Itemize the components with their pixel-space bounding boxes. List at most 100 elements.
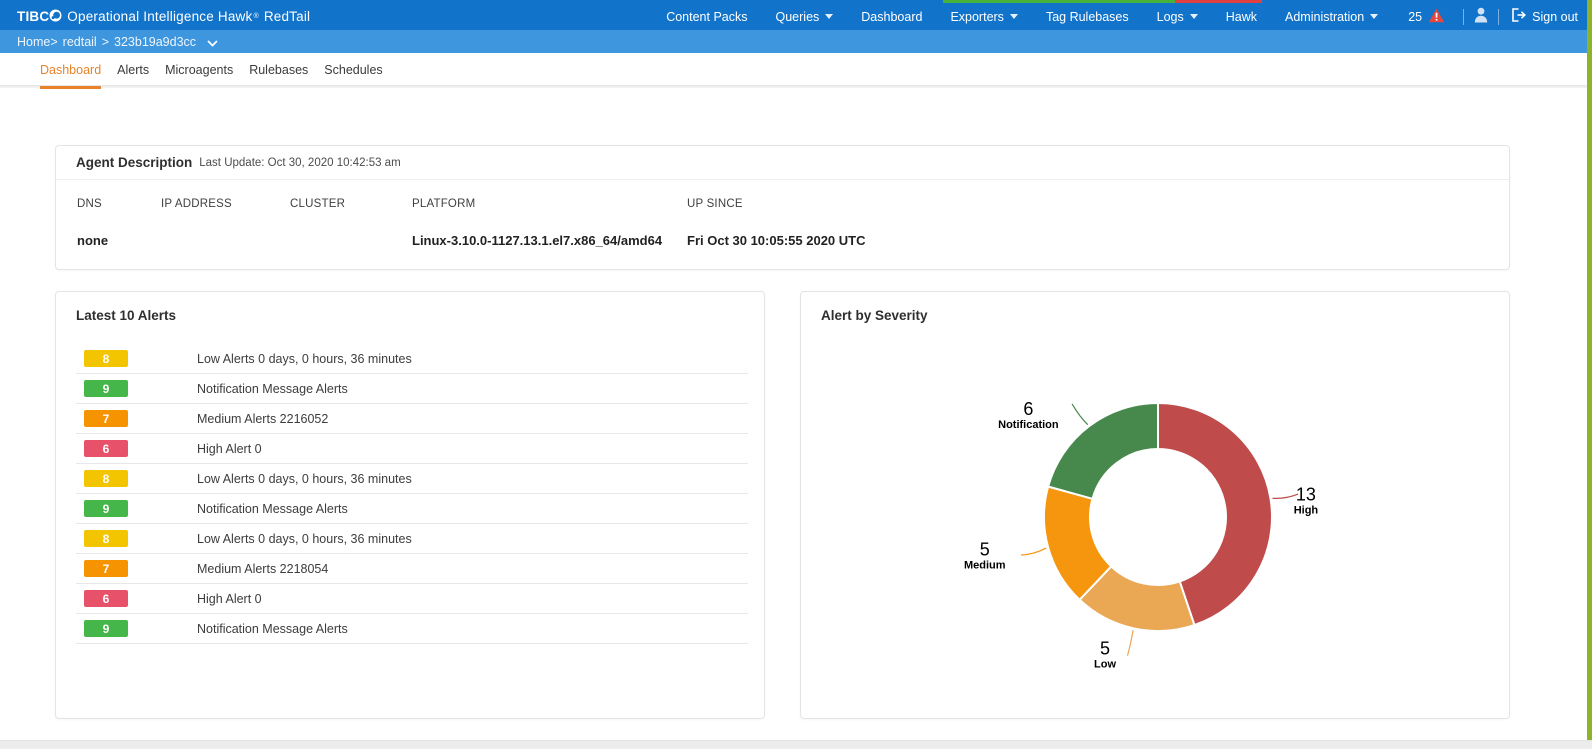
status-strip-segment-base-left (0, 0, 943, 3)
column-header-dns: DNS (77, 198, 102, 210)
tab-rulebases[interactable]: Rulebases (249, 53, 308, 89)
nav-item-logs[interactable]: Logs (1143, 10, 1212, 24)
agent-description-table: DNS IP ADDRESS CLUSTER PLATFORM UP SINCE… (56, 180, 1509, 269)
alert-list-item[interactable]: 7 Medium Alerts 2216052 (76, 404, 748, 434)
donut-callout-line (1272, 494, 1298, 498)
alert-count-indicator[interactable]: 25 (1392, 8, 1455, 26)
sign-out-icon (1511, 8, 1526, 25)
latest-alerts-panel: Latest 10 Alerts 8 Low Alerts 0 days, 0 h… (55, 291, 765, 719)
alert-count-badge: 8 (84, 350, 128, 367)
last-update-timestamp: Last Update: Oct 30, 2020 10:42:53 am (199, 157, 400, 169)
agent-description-header: Agent Description Last Update: Oct 30, 2… (56, 146, 1509, 180)
agent-tabs: Dashboard Alerts Microagents Rulebases S… (40, 53, 383, 89)
status-strip-segment-base-right (1262, 0, 1592, 3)
tab-schedules[interactable]: Schedules (324, 53, 382, 89)
alert-text: High Alert 0 (197, 592, 262, 606)
alert-list-item[interactable]: 9 Notification Message Alerts (76, 614, 748, 644)
alert-list-item[interactable]: 8 Low Alerts 0 days, 0 hours, 36 minutes (76, 464, 748, 494)
breadcrumb: Home> redtail > 323b19a9d3cc (0, 30, 1592, 53)
alert-list-item[interactable]: 8 Low Alerts 0 days, 0 hours, 36 minutes (76, 524, 748, 554)
alert-count-badge: 6 (84, 590, 128, 607)
alert-text: High Alert 0 (197, 442, 262, 456)
dns-value: none (77, 233, 108, 248)
alert-list-item[interactable]: 6 High Alert 0 (76, 434, 748, 464)
column-header-up-since: UP SINCE (687, 198, 743, 210)
chevron-down-icon (825, 14, 833, 19)
donut-label-value: 13 (1296, 484, 1316, 504)
alert-text: Low Alerts 0 days, 0 hours, 36 minutes (197, 532, 412, 546)
tab-dashboard[interactable]: Dashboard (40, 53, 101, 89)
donut-label-name: Notification (998, 419, 1059, 431)
sign-out-button[interactable]: Sign out (1507, 8, 1578, 25)
alert-count-badge: 6 (84, 440, 128, 457)
donut-label-name: Medium (964, 559, 1006, 571)
tab-alerts[interactable]: Alerts (117, 53, 149, 89)
footer-bar (0, 740, 1592, 749)
brand-company: TIBC (17, 9, 49, 24)
nav-item-tag-rulebases[interactable]: Tag Rulebases (1032, 10, 1143, 24)
alerts-list: 8Low Alerts 0 days, 0 hours, 36 minutes … (76, 344, 748, 644)
nav-item-hawk[interactable]: Hawk (1212, 10, 1271, 24)
breadcrumb-parent[interactable]: redtail (63, 35, 97, 49)
brand-reg-mark: ® (253, 13, 258, 20)
up-since-value: Fri Oct 30 10:05:55 2020 UTC (687, 233, 865, 248)
nav-item-administration[interactable]: Administration (1271, 10, 1392, 24)
chevron-down-icon (1190, 14, 1198, 19)
alert-list-item[interactable]: 8 Low Alerts 0 days, 0 hours, 36 minutes (76, 344, 748, 374)
alert-text: Low Alerts 0 days, 0 hours, 36 minutes (197, 352, 412, 366)
alert-list-item[interactable]: 9Notification Message Alerts (76, 374, 748, 404)
donut-label-value: 6 (1023, 399, 1033, 419)
alert-text: Notification Message Alerts (197, 622, 348, 636)
alert-severity-panel: Alert by Severity 13High5Low5Medium6Noti… (800, 291, 1510, 719)
donut-label-value: 5 (1100, 638, 1110, 658)
navbar-menu: Content Packs Queries Dashboard Exporter… (652, 7, 1578, 26)
chevron-down-icon (1010, 14, 1018, 19)
top-navbar: TIBC Operational Intelligence Hawk® RedT… (0, 3, 1592, 30)
user-icon (1474, 7, 1488, 26)
panel-title: Latest 10 Alerts (76, 308, 176, 323)
breadcrumb-current[interactable]: 323b19a9d3cc (114, 35, 196, 49)
column-header-platform: PLATFORM (412, 198, 475, 210)
top-status-strip (0, 0, 1592, 3)
column-header-ip-address: IP ADDRESS (161, 198, 232, 210)
alert-count-badge: 9 (84, 500, 128, 517)
status-strip-segment-progress-red (1175, 0, 1262, 3)
brand-line: Operational Intelligence Hawk (67, 9, 252, 24)
page-edge-green-strip (1587, 0, 1592, 740)
breadcrumb-home[interactable]: Home> (17, 35, 58, 49)
alert-list-item[interactable]: 6 High Alert 0 (76, 584, 748, 614)
donut-callout-line (1021, 548, 1046, 555)
nav-item-content-packs[interactable]: Content Packs (652, 10, 761, 24)
donut-slice-notification[interactable] (1048, 403, 1158, 499)
alert-text: Low Alerts 0 days, 0 hours, 36 minutes (197, 472, 412, 486)
alert-text: Medium Alerts 2216052 (197, 412, 328, 426)
alert-count-badge: 9 (84, 620, 128, 637)
navbar-divider (1463, 9, 1464, 25)
alert-count-badge: 8 (84, 470, 128, 487)
alert-count-badge: 8 (84, 530, 128, 547)
donut-label-value: 5 (980, 539, 990, 559)
alert-text: Notification Message Alerts (197, 382, 348, 396)
alert-count-badge: 7 (84, 410, 128, 427)
tab-microagents[interactable]: Microagents (165, 53, 233, 89)
nav-item-queries[interactable]: Queries (762, 10, 848, 24)
nav-item-exporters[interactable]: Exporters (936, 10, 1032, 24)
warning-triangle-icon (1428, 8, 1445, 26)
donut-label-name: Low (1094, 658, 1116, 670)
alert-count-badge: 7 (84, 560, 128, 577)
status-strip-segment-progress-green (943, 0, 1175, 3)
donut-callout-line (1127, 630, 1133, 655)
alert-list-item[interactable]: 9 Notification Message Alerts (76, 494, 748, 524)
alert-text: Medium Alerts 2218054 (197, 562, 328, 576)
navbar-divider (1498, 9, 1499, 25)
tibco-logo-o-icon (49, 9, 62, 25)
alert-count-value: 25 (1408, 10, 1422, 24)
user-profile-button[interactable] (1472, 7, 1490, 26)
chevron-down-icon (1370, 14, 1378, 19)
alert-text: Notification Message Alerts (197, 502, 348, 516)
nav-item-dashboard[interactable]: Dashboard (847, 10, 936, 24)
alert-list-item[interactable]: 7 Medium Alerts 2218054 (76, 554, 748, 584)
app-brand: TIBC Operational Intelligence Hawk® RedT… (17, 9, 310, 25)
chevron-down-icon[interactable] (207, 36, 218, 50)
column-header-cluster: CLUSTER (290, 198, 345, 210)
